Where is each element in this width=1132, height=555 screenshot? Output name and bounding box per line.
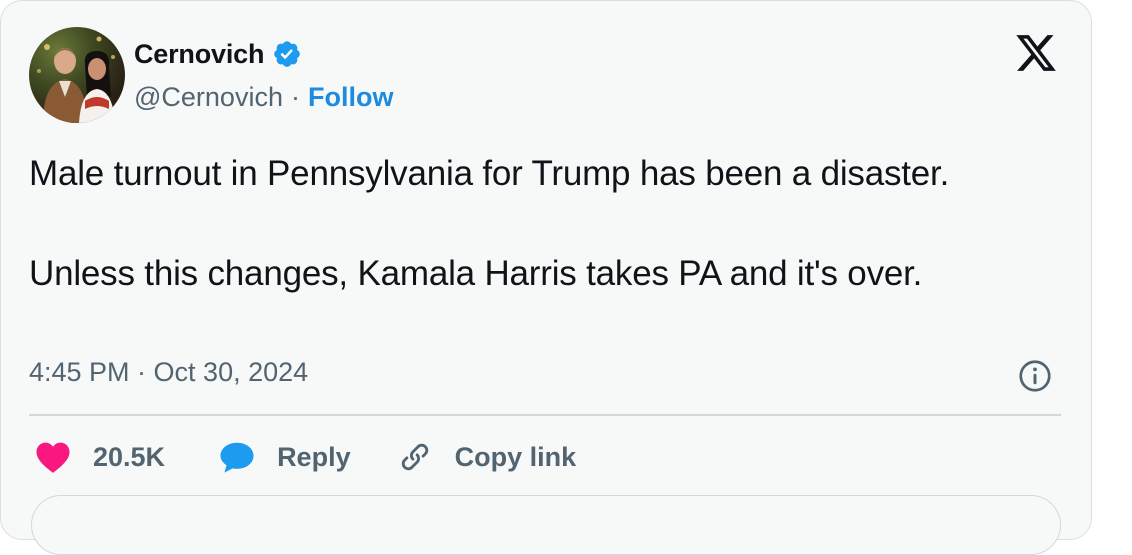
heart-icon xyxy=(36,442,70,473)
display-name[interactable]: Cernovich xyxy=(134,39,264,70)
tweet-text: Male turnout in Pennsylvania for Trump h… xyxy=(29,151,1069,296)
author-name-row: Cernovich xyxy=(134,37,302,71)
read-replies-button[interactable] xyxy=(31,495,1061,555)
copy-link-label: Copy link xyxy=(454,441,577,472)
tweet-paragraph: Unless this changes, Kamala Harris takes… xyxy=(29,254,923,293)
like-count: 20.5K xyxy=(93,441,166,472)
tweet-actions: 20.5K Reply Copy link xyxy=(35,437,576,477)
reply-label: Reply xyxy=(277,441,351,472)
x-logo-icon[interactable] xyxy=(1013,31,1059,75)
like-button[interactable]: 20.5K xyxy=(35,440,165,474)
verified-badge-icon xyxy=(272,39,302,69)
info-icon[interactable] xyxy=(1017,358,1053,394)
link-icon xyxy=(401,443,428,471)
tweet-paragraph: Male turnout in Pennsylvania for Trump h… xyxy=(29,154,950,193)
tweet-timestamp[interactable]: 4:45 PM · Oct 30, 2024 xyxy=(29,357,308,388)
avatar[interactable] xyxy=(29,27,125,123)
separator-dot: · xyxy=(290,81,300,112)
handle-row: @Cernovich · Follow xyxy=(134,81,393,113)
divider xyxy=(29,414,1061,416)
copy-link-button[interactable]: Copy link xyxy=(397,439,577,475)
reply-button[interactable]: Reply xyxy=(219,440,351,474)
follow-button[interactable]: Follow xyxy=(308,82,393,113)
user-handle[interactable]: @Cernovich xyxy=(134,82,283,113)
avatar-photo xyxy=(37,36,115,123)
speech-bubble-icon xyxy=(220,442,254,473)
tweet-card: Cernovich @Cernovich · Follow Male turno… xyxy=(0,0,1092,555)
